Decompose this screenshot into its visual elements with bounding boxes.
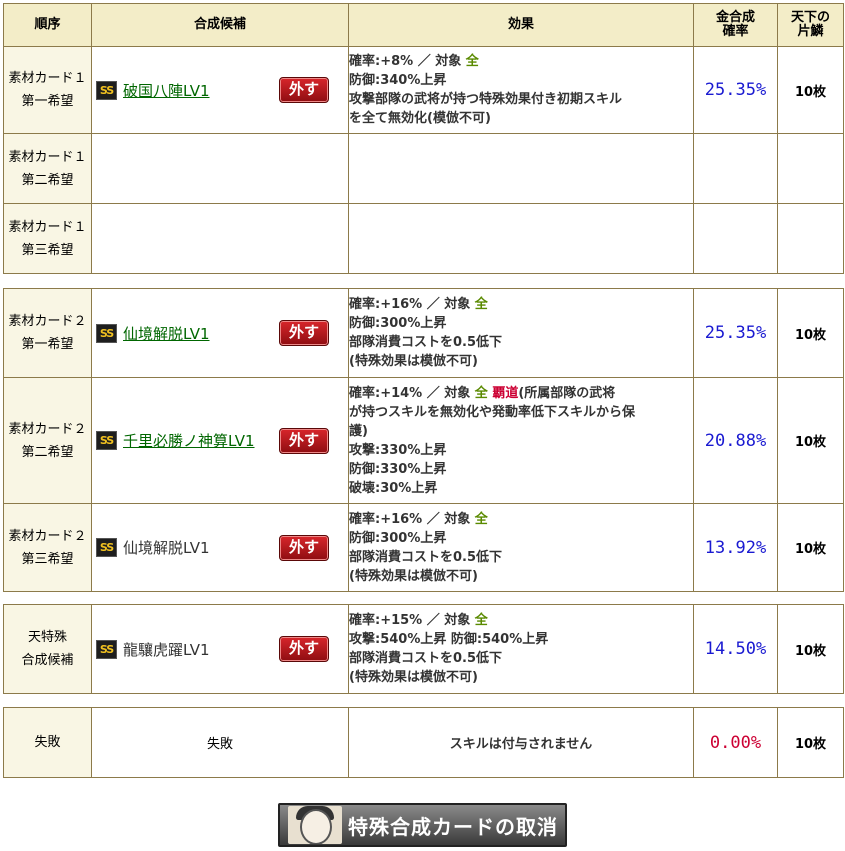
header-effect: 効果 (348, 3, 694, 47)
remove-button[interactable]: 外す (279, 77, 329, 103)
order-cell: 失敗 (3, 707, 92, 778)
cancel-button-label: 特殊合成カードの取消 (348, 814, 558, 839)
effect-cell: 確率:+16% ／ 対象 全 防御:300%上昇 部隊消費コストを0.5低下 (… (348, 288, 694, 378)
candidate-cell: SS 千里必勝ノ神算LV1 外す (91, 377, 349, 504)
table-row: 素材カード１ 第一希望 SS 破国八陣LV1 外す 確率:+8% ／ 対象 全 防御… (3, 46, 844, 134)
ss-rank-icon: SS (96, 80, 117, 100)
rate-cell: 25.35% (693, 46, 778, 134)
synthesis-table-fail: 失敗 失敗 スキルは付与されません 0.00% 10枚 (3, 707, 844, 778)
candidate-cell: SS 仙境解脱LV1 外す (91, 503, 349, 592)
order-cell: 素材カード２ 第一希望 (3, 288, 92, 378)
rate-cell: 14.50% (693, 604, 778, 694)
candidate-cell: 失敗 (91, 707, 349, 778)
candidate-cell: SS 破国八陣LV1 外す (91, 46, 349, 134)
remove-button[interactable]: 外す (279, 636, 329, 662)
count-cell (777, 203, 844, 274)
table-row: 素材カード１ 第三希望 (3, 203, 844, 274)
effect-cell: 確率:+14% ／ 対象 全 覇道(所属部隊の武将 が持つスキルを無効化や発動率… (348, 377, 694, 504)
count-cell: 10枚 (777, 46, 844, 134)
candidate-cell: SS 仙境解脱LV1 外す (91, 288, 349, 378)
count-cell: 10枚 (777, 604, 844, 694)
rate-cell (693, 133, 778, 204)
rate-cell: 0.00% (693, 707, 778, 778)
header-order: 順序 (3, 3, 92, 47)
rate-cell: 13.92% (693, 503, 778, 592)
order-cell: 素材カード１ 第一希望 (3, 46, 92, 134)
effect-cell: 確率:+8% ／ 対象 全 防御:340%上昇 攻撃部隊の武将が持つ特殊効果付き… (348, 46, 694, 134)
order-cell: 素材カード２ 第三希望 (3, 503, 92, 592)
synthesis-table-group-2: 素材カード２ 第一希望 SS 仙境解脱LV1 外す 確率:+16% ／ 対象 全 防… (3, 288, 844, 592)
count-cell: 10枚 (777, 288, 844, 378)
table-row: 素材カード２ 第二希望 SS 千里必勝ノ神算LV1 外す 確率:+14% ／ 対象 … (3, 377, 844, 504)
card-name-link[interactable]: 千里必勝ノ神算LV1 (123, 430, 255, 451)
table-row: 天特殊 合成候補 SS 龍驤虎躍LV1 外す 確率:+15% ／ 対象 全 攻撃:5… (3, 604, 844, 694)
table-row: 素材カード１ 第二希望 (3, 133, 844, 204)
candidate-cell (91, 133, 349, 204)
card-name-link[interactable]: 仙境解脱LV1 (123, 323, 210, 344)
remove-button[interactable]: 外す (279, 320, 329, 346)
rate-cell (693, 203, 778, 274)
order-cell: 素材カード１ 第二希望 (3, 133, 92, 204)
header-count: 天下の 片鱗 (777, 3, 844, 47)
synthesis-table-group-1: 順序 合成候補 効果 金合成 確率 天下の 片鱗 素材カード１ 第一希望 SS 破国… (3, 3, 844, 274)
header-candidate: 合成候補 (91, 3, 349, 47)
table-row: 失敗 失敗 スキルは付与されません 0.00% 10枚 (3, 707, 844, 778)
count-cell: 10枚 (777, 503, 844, 592)
remove-button[interactable]: 外す (279, 534, 329, 561)
table-row: 素材カード２ 第三希望 SS 仙境解脱LV1 外す 確率:+16% ／ 対象 全 防… (3, 503, 844, 592)
ss-rank-icon: SS (96, 538, 117, 557)
ss-rank-icon: SS (96, 323, 117, 343)
ss-rank-icon: SS (96, 639, 117, 659)
rate-cell: 25.35% (693, 288, 778, 378)
ss-rank-icon: SS (96, 431, 117, 450)
count-cell: 10枚 (777, 707, 844, 778)
order-cell: 天特殊 合成候補 (3, 604, 92, 694)
order-cell: 素材カード１ 第三希望 (3, 203, 92, 274)
header-rate: 金合成 確率 (693, 3, 778, 47)
count-cell (777, 133, 844, 204)
table-row: 素材カード２ 第一希望 SS 仙境解脱LV1 外す 確率:+16% ／ 対象 全 防… (3, 288, 844, 378)
effect-cell (348, 133, 694, 204)
count-cell: 10枚 (777, 377, 844, 504)
card-name: 龍驤虎躍LV1 (123, 640, 210, 659)
rate-cell: 20.88% (693, 377, 778, 504)
character-portrait-icon (288, 806, 342, 844)
effect-cell: 確率:+16% ／ 対象 全 防御:300%上昇 部隊消費コストを0.5低下 (… (348, 503, 694, 592)
candidate-cell (91, 203, 349, 274)
cancel-special-synthesis-button[interactable]: 特殊合成カードの取消 (278, 803, 567, 847)
card-name-link[interactable]: 破国八陣LV1 (123, 80, 210, 101)
order-cell: 素材カード２ 第二希望 (3, 377, 92, 504)
card-name: 仙境解脱LV1 (123, 539, 210, 557)
synthesis-table-group-3: 天特殊 合成候補 SS 龍驤虎躍LV1 外す 確率:+15% ／ 対象 全 攻撃:5… (3, 604, 844, 694)
effect-cell: スキルは付与されません (348, 707, 694, 778)
effect-cell (348, 203, 694, 274)
effect-cell: 確率:+15% ／ 対象 全 攻撃:540%上昇 防御:540%上昇 部隊消費コ… (348, 604, 694, 694)
remove-button[interactable]: 外す (279, 427, 329, 454)
candidate-cell: SS 龍驤虎躍LV1 外す (91, 604, 349, 694)
